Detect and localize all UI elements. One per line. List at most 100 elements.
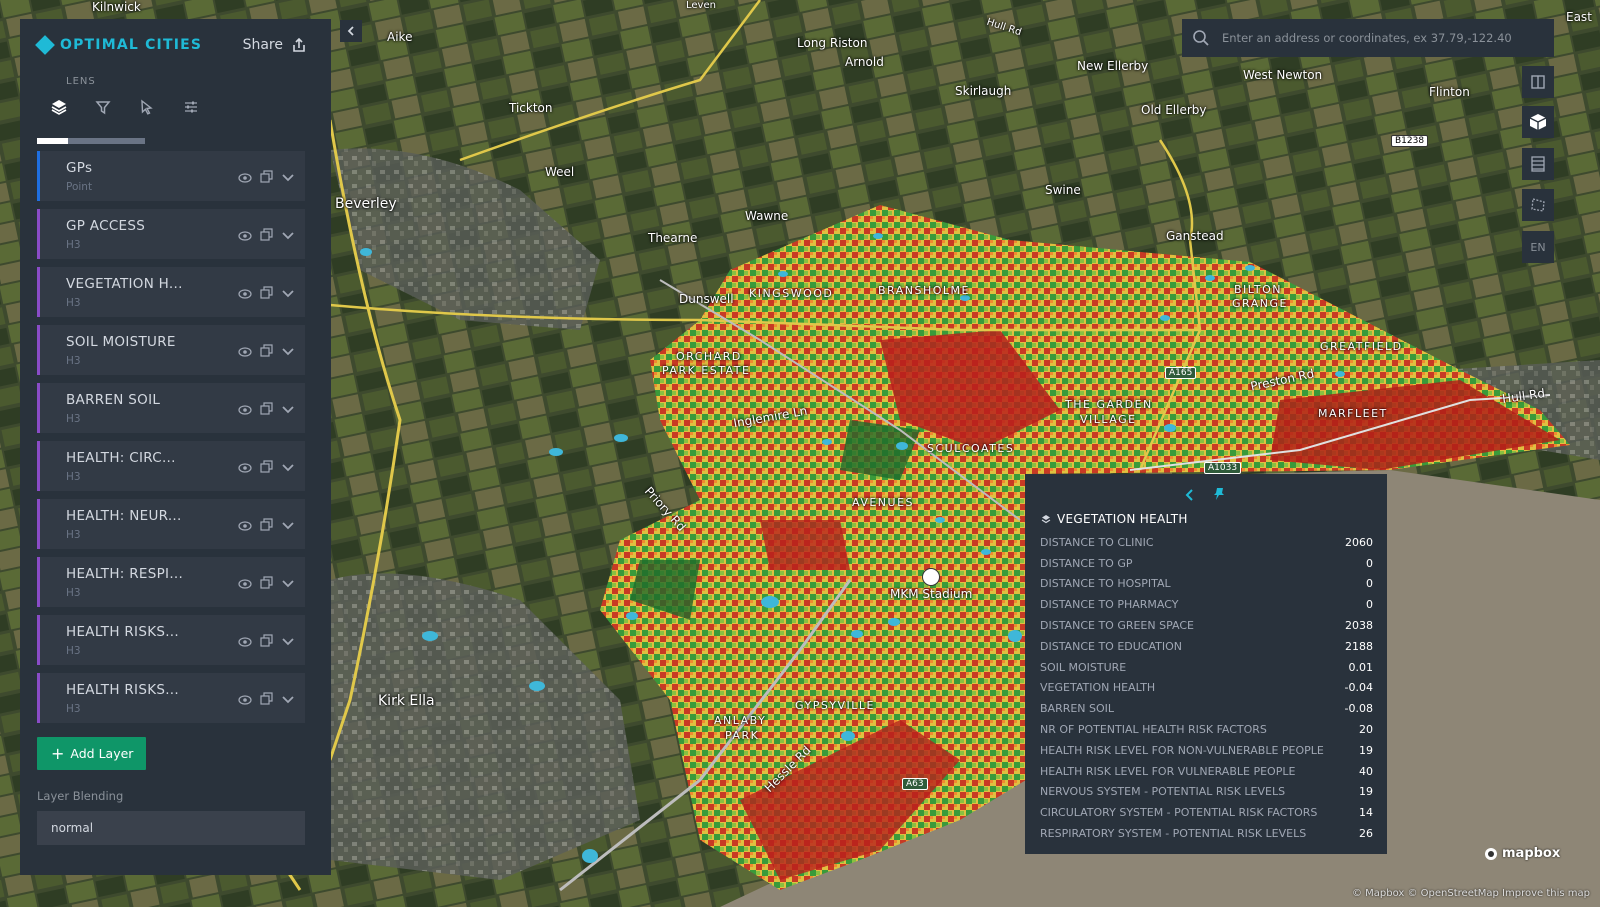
share-button[interactable]: Share (243, 37, 307, 53)
duplicate-icon[interactable] (260, 574, 273, 593)
district-label: SCULCOATES (927, 442, 1015, 455)
eye-icon[interactable] (238, 284, 252, 303)
duplicate-icon[interactable] (260, 168, 273, 187)
tooltip-value: -0.08 (1344, 702, 1373, 716)
collapse-panel-button[interactable] (340, 20, 362, 42)
search-icon (1193, 30, 1209, 46)
chevron-down-icon[interactable] (281, 690, 295, 709)
chevron-down-icon[interactable] (281, 516, 295, 535)
layer-item[interactable]: HEALTH: NEUR... H3 (37, 499, 305, 549)
layer-item[interactable]: GP ACCESS H3 (37, 209, 305, 259)
chevron-down-icon[interactable] (281, 168, 295, 187)
layer-name: BARREN SOIL (66, 392, 161, 408)
district-label: AVENUES (852, 496, 915, 509)
eye-icon[interactable] (238, 342, 252, 361)
layer-name: HEALTH RISKS... (66, 682, 179, 698)
district-label: PARK (725, 729, 760, 742)
chevron-down-icon[interactable] (281, 632, 295, 651)
add-layer-button[interactable]: + Add Layer (37, 737, 146, 770)
eye-icon[interactable] (238, 690, 252, 709)
duplicate-icon[interactable] (260, 458, 273, 477)
tooltip-value: 2060 (1345, 535, 1373, 549)
duplicate-icon[interactable] (260, 516, 273, 535)
tab-layers[interactable] (37, 89, 81, 125)
tooltip-row: CIRCULATORY SYSTEM - POTENTIAL RISK FACT… (1040, 802, 1373, 823)
eye-icon[interactable] (238, 458, 252, 477)
tooltip-value: 14 (1359, 806, 1373, 820)
tab-filters[interactable] (81, 89, 125, 125)
place-label: Long Riston (797, 36, 868, 50)
eye-icon[interactable] (238, 226, 252, 245)
panel-tabs (37, 89, 327, 129)
tooltip-value: 19 (1359, 785, 1373, 799)
chevron-down-icon[interactable] (281, 458, 295, 477)
eye-icon[interactable] (238, 400, 252, 419)
tooltip-rows: DISTANCE TO CLINIC 2060 DISTANCE TO GP 0 D… (1040, 532, 1373, 844)
interaction-icon (141, 99, 153, 115)
eye-icon[interactable] (238, 632, 252, 651)
layer-item[interactable]: VEGETATION H... H3 (37, 267, 305, 317)
polygon-icon (1531, 198, 1545, 212)
layer-item[interactable]: HEALTH: CIRC... H3 (37, 441, 305, 491)
duplicate-icon[interactable] (260, 632, 273, 651)
layer-type: H3 (66, 645, 81, 657)
tooltip-value: 19 (1359, 743, 1373, 757)
layer-blending-select[interactable]: normal (37, 811, 305, 845)
tooltip-value: 0 (1366, 556, 1373, 570)
mapbox-logo[interactable]: mapbox (1484, 846, 1560, 861)
layer-name: HEALTH: CIRC... (66, 450, 176, 466)
settings-icon (185, 101, 197, 113)
duplicate-icon[interactable] (260, 342, 273, 361)
place-label: Swine (1045, 183, 1081, 197)
place-label: Beverley (335, 196, 397, 212)
layer-type: H3 (66, 587, 81, 599)
place-label: Leven (686, 0, 716, 11)
chevron-down-icon[interactable] (281, 342, 295, 361)
draw-polygon-button[interactable] (1522, 189, 1554, 221)
chevron-down-icon[interactable] (281, 400, 295, 419)
layer-type: H3 (66, 413, 81, 425)
duplicate-icon[interactable] (260, 690, 273, 709)
place-label: Arnold (845, 55, 884, 69)
chevron-left-icon (347, 26, 354, 36)
tab-settings[interactable] (169, 89, 213, 125)
layer-item[interactable]: SOIL MOISTURE H3 (37, 325, 305, 375)
eye-icon[interactable] (238, 516, 252, 535)
eye-icon[interactable] (238, 168, 252, 187)
layer-item[interactable]: HEALTH: RESPI... H3 (37, 557, 305, 607)
split-map-button[interactable] (1522, 66, 1554, 98)
language-button[interactable]: EN (1522, 231, 1554, 263)
pin-icon[interactable] (1213, 486, 1225, 505)
map-attribution[interactable]: © Mapbox © OpenStreetMap Improve this ma… (1352, 888, 1590, 899)
legend-button[interactable] (1522, 148, 1554, 180)
layer-name: HEALTH: RESPI... (66, 566, 184, 582)
district-label: ANLABY (714, 714, 767, 727)
district-label: GRANGE (1232, 297, 1288, 310)
chevron-left-icon[interactable] (1185, 486, 1195, 505)
tooltip-key: DISTANCE TO CLINIC (1040, 535, 1154, 549)
duplicate-icon[interactable] (260, 226, 273, 245)
chevron-down-icon[interactable] (281, 284, 295, 303)
brand-subtitle: LENS (66, 76, 96, 87)
layer-item[interactable]: BARREN SOIL H3 (37, 383, 305, 433)
chevron-down-icon[interactable] (281, 574, 295, 593)
duplicate-icon[interactable] (260, 284, 273, 303)
tooltip-row: DISTANCE TO GREEN SPACE 2038 (1040, 615, 1373, 636)
district-label: THE GARDEN (1065, 398, 1153, 411)
stadium-icon[interactable] (922, 568, 940, 586)
tooltip-key: SOIL MOISTURE (1040, 660, 1127, 674)
place-label: West Newton (1243, 68, 1323, 82)
layer-item[interactable]: HEALTH RISKS... H3 (37, 673, 305, 723)
layer-item[interactable]: HEALTH RISKS... H3 (37, 615, 305, 665)
tooltip-key: RESPIRATORY SYSTEM - POTENTIAL RISK LEVE… (1040, 827, 1307, 841)
chevron-down-icon[interactable] (281, 226, 295, 245)
tab-interactions[interactable] (125, 89, 169, 125)
layer-item[interactable]: GPs Point (37, 151, 305, 201)
tooltip-row: DISTANCE TO PHARMACY 0 (1040, 594, 1373, 615)
duplicate-icon[interactable] (260, 400, 273, 419)
search-input[interactable] (1220, 30, 1544, 46)
tooltip-value: 0 (1366, 598, 1373, 612)
3d-map-button[interactable] (1522, 106, 1554, 138)
layer-name: HEALTH RISKS... (66, 624, 179, 640)
eye-icon[interactable] (238, 574, 252, 593)
